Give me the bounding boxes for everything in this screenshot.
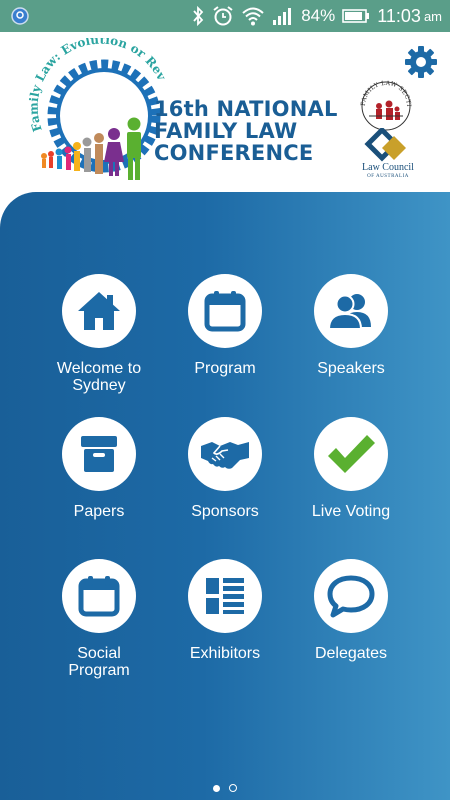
conference-title: 16th NATIONAL FAMILY LAW CONFERENCE	[154, 98, 338, 164]
menu-label: Welcome to Sydney	[56, 360, 142, 394]
menu-icon-circle	[62, 559, 136, 633]
law-council-subtitle: OF AUSTRALIA	[367, 174, 409, 179]
menu-label: Speakers	[317, 360, 385, 377]
title-line-2: FAMILY LAW	[154, 119, 298, 143]
menu-label: Sponsors	[191, 503, 259, 520]
checkmark-icon	[328, 435, 375, 473]
settings-gear-icon[interactable]	[403, 44, 439, 80]
home-icon	[78, 292, 120, 330]
menu-icon-circle	[188, 417, 262, 491]
menu-icon-circle	[314, 274, 388, 348]
people-graphic	[41, 117, 141, 180]
people-icon	[327, 294, 371, 330]
menu-icon-circle	[62, 274, 136, 348]
menu-papers[interactable]: Papers	[34, 417, 164, 520]
family-law-section-logo: FAMILY LAW SECTION	[357, 76, 412, 131]
law-council-logo: Law Council OF AUSTRALIA	[356, 128, 420, 184]
calendar-icon	[78, 576, 120, 617]
page-indicator	[0, 779, 450, 797]
menu-label: Live Voting	[311, 503, 391, 520]
menu-exhibitors[interactable]: Exhibitors	[160, 559, 290, 662]
list-icon	[206, 578, 244, 614]
menu-welcome-to-sydney[interactable]: Welcome to Sydney	[34, 274, 164, 394]
menu-sponsors[interactable]: Sponsors	[160, 417, 290, 520]
menu-icon-circle	[188, 559, 262, 633]
menu-label: Papers	[73, 503, 125, 520]
menu-icon-circle	[314, 417, 388, 491]
page-dot-inactive[interactable]	[228, 784, 237, 792]
wifi-icon	[242, 7, 264, 26]
clock-ampm: am	[423, 8, 442, 24]
menu-delegates[interactable]: Delegates	[286, 559, 416, 662]
battery-icon	[342, 9, 370, 23]
menu-icon-circle	[62, 417, 136, 491]
title-line-3: CONFERENCE	[154, 141, 314, 165]
status-bar: 84% 11:03 am	[0, 0, 450, 32]
app-header: Family Law: Evolution or Revolution 16th…	[0, 32, 450, 192]
bluetooth-icon	[193, 5, 204, 27]
calendar-icon	[204, 291, 246, 332]
menu-program[interactable]: Program	[160, 274, 290, 377]
menu-label: Program	[194, 360, 256, 377]
signal-icon	[273, 8, 292, 25]
menu-label: Exhibitors	[189, 645, 261, 662]
menu-live-voting[interactable]: Live Voting	[286, 417, 416, 520]
menu-label: Social Program	[68, 645, 130, 679]
handshake-icon	[201, 442, 249, 469]
menu-icon-circle	[188, 274, 262, 348]
page-dot-active[interactable]	[213, 785, 221, 792]
battery-percent: 84%	[301, 6, 336, 25]
menu-label: Delegates	[314, 645, 388, 662]
svg-text:FAMILY LAW SECTION: FAMILY LAW SECTION	[357, 76, 412, 107]
law-council-diamond-icon	[364, 128, 406, 162]
alarm-icon	[213, 6, 233, 26]
app-notification-icon	[11, 7, 29, 25]
clock-time: 11:03	[377, 5, 421, 26]
menu-social-program[interactable]: Social Program	[34, 559, 164, 679]
conference-logo: Family Law: Evolution or Revolution	[24, 38, 169, 180]
main-menu-panel: Welcome to Sydney Program Speakers Paper…	[0, 192, 450, 800]
title-line-1: 16th NATIONAL	[154, 97, 338, 121]
menu-icon-circle	[314, 559, 388, 633]
speech-bubble-icon	[327, 575, 375, 618]
archive-box-icon	[81, 436, 117, 472]
logo-tagline: Family Law: Evolution or Revolution	[24, 38, 169, 133]
menu-speakers[interactable]: Speakers	[286, 274, 416, 377]
law-council-name: Law Council	[362, 162, 414, 173]
